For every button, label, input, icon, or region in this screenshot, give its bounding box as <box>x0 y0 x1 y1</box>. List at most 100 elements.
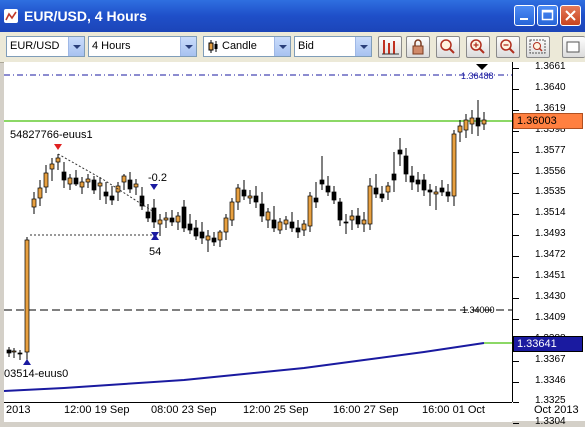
candle-body <box>211 237 217 243</box>
candle-body <box>373 187 379 195</box>
price-tick-mark <box>513 256 519 258</box>
candle-body <box>91 179 97 191</box>
candle-body <box>349 215 355 221</box>
price-type-value: Bid <box>298 40 314 52</box>
candle-body <box>163 217 169 221</box>
chevron-down-icon[interactable] <box>355 37 371 56</box>
candle-body <box>301 223 307 231</box>
time-label: Oct 2013 <box>534 404 579 416</box>
candle-body <box>31 198 37 208</box>
candle-body <box>481 119 487 125</box>
candle-body <box>277 221 283 231</box>
candle-body <box>6 349 12 354</box>
price-type-select[interactable]: Bid <box>294 36 372 57</box>
pips-value: 54 <box>149 246 161 258</box>
candle-body <box>157 219 163 225</box>
instrument-select[interactable]: EUR/USD <box>6 36 85 57</box>
candle-body <box>259 203 265 217</box>
chart-area[interactable]: 1.36488 1.34000 54827766-euus1 -0.2 54 03514-… <box>4 61 585 427</box>
bar-chart-icon <box>382 40 399 55</box>
candle-body <box>295 227 301 233</box>
price-tick-mark <box>513 130 519 132</box>
instrument-value: EUR/USD <box>10 40 60 52</box>
candle-body <box>205 235 211 241</box>
price-tick-label: 1.3367 <box>535 353 566 365</box>
chevron-down-icon[interactable] <box>274 37 290 56</box>
close-button[interactable] <box>560 5 581 26</box>
zoom-out-icon <box>500 39 515 54</box>
top-level-label: 1.36488 <box>461 71 494 81</box>
zoom-fit-button[interactable] <box>436 36 460 58</box>
zoom-out-button[interactable] <box>496 36 520 58</box>
price-tick-mark <box>513 381 519 383</box>
candle-body <box>397 149 403 155</box>
minimize-icon <box>520 18 528 20</box>
price-tick-mark <box>513 277 519 278</box>
candle-body <box>175 215 181 223</box>
ma-price-tag: 1.33641 <box>513 336 583 352</box>
price-tick-label: 1.3409 <box>535 311 566 323</box>
candle-body <box>11 350 17 353</box>
candle-body <box>67 177 73 185</box>
candle-body <box>37 187 43 199</box>
price-tick-label: 1.3430 <box>535 290 566 302</box>
price-tick-mark <box>513 193 519 195</box>
price-tick-mark <box>513 297 519 299</box>
candle-body <box>331 191 337 201</box>
current-price-value: 1.36003 <box>517 115 557 127</box>
candle-body <box>391 173 397 181</box>
zoom-in-button[interactable] <box>466 36 490 58</box>
current-price-tag: 1.36003 <box>513 113 583 129</box>
magnifier-icon <box>440 39 455 54</box>
chevron-down-icon[interactable] <box>68 37 84 56</box>
more-tools-button[interactable] <box>562 36 585 58</box>
candle-body <box>187 223 193 231</box>
candle-body <box>127 179 133 190</box>
candle-body <box>421 179 427 191</box>
price-tick-mark <box>513 109 519 111</box>
candle-body <box>457 125 463 133</box>
lock-button[interactable] <box>406 36 430 58</box>
candle-icon <box>208 40 218 53</box>
candle-body <box>151 207 157 223</box>
period-separator-button[interactable] <box>378 36 402 58</box>
maximize-icon <box>541 9 554 21</box>
price-tick-label: 1.3493 <box>535 228 566 240</box>
chevron-down-icon[interactable] <box>180 37 196 56</box>
time-axis: 2013 12:00 19 Sep 08:00 23 Sep 12:00 25 … <box>4 402 579 422</box>
period-select[interactable]: 4 Hours <box>88 36 197 57</box>
price-chart-plot[interactable]: 1.36488 1.34000 54827766-euus1 -0.2 54 03514-… <box>4 62 512 402</box>
price-tick-label: 1.3661 <box>535 61 566 72</box>
candle-body <box>139 195 145 207</box>
price-scale[interactable]: 1.3661 1.3640 1.3619 1.3598 1.3577 1.3556 1.35… <box>512 61 585 427</box>
price-tick-label: 1.3577 <box>535 144 566 156</box>
candle-body <box>367 185 373 225</box>
zoom-area-button[interactable] <box>526 36 550 58</box>
candle-body <box>427 189 433 193</box>
time-label: 2013 <box>6 404 31 416</box>
candle-body <box>103 191 109 197</box>
candle-body <box>133 183 139 188</box>
candle-body <box>415 179 421 185</box>
chart-type-select[interactable]: Candle <box>203 36 291 57</box>
zoom-in-icon <box>470 39 485 54</box>
candle-body <box>361 219 367 225</box>
candle-body <box>61 171 67 181</box>
minimize-button[interactable] <box>514 5 535 26</box>
candle-body <box>439 187 445 193</box>
order-label-top: 54827766-euus1 <box>10 129 93 141</box>
candle-body <box>289 221 295 229</box>
price-tick-label: 1.3640 <box>535 81 566 93</box>
candle-body <box>169 217 175 223</box>
maximize-button[interactable] <box>537 5 558 26</box>
candle-body <box>229 201 235 221</box>
candle-body <box>313 197 319 203</box>
lock-icon <box>412 39 424 55</box>
price-tick-label: 1.3304 <box>535 416 566 427</box>
candle-body <box>409 175 415 183</box>
candle-body <box>475 117 481 127</box>
price-tick-mark <box>513 151 519 153</box>
candle-body <box>271 219 277 229</box>
time-label: 16:00 27 Sep <box>333 404 399 416</box>
candle-body <box>55 157 61 163</box>
